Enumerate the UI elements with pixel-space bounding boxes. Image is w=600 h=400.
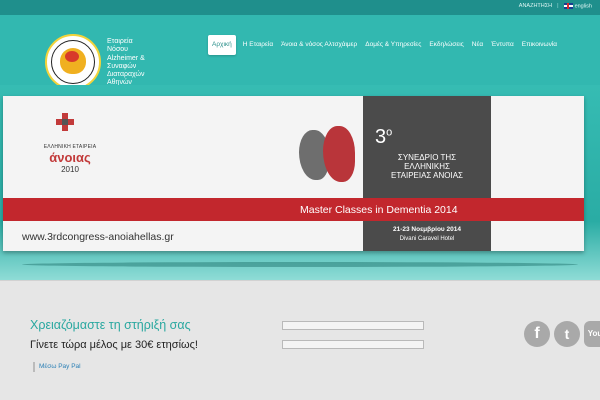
support-subtitle: Γίνετε τώρα μέλος με 30€ ετησίως! bbox=[30, 339, 198, 351]
nav-publications[interactable]: Έντυπα bbox=[487, 35, 518, 55]
society-name: άνοιας bbox=[49, 150, 91, 165]
twitter-icon[interactable]: t bbox=[554, 321, 580, 347]
separator: | bbox=[557, 3, 559, 10]
brain-icon bbox=[65, 51, 79, 62]
site-header: Εταιρεία Νόσου Alzheimer & Συναφών Διατα… bbox=[0, 15, 600, 90]
congress-url: www.3rdcongress-anoiahellas.gr bbox=[22, 231, 174, 243]
congress-title-line: ΕΤΑΙΡΕΙΑΣ ΑΝΟΙΑΣ bbox=[391, 171, 463, 180]
nav-contact[interactable]: Επικοινωνία bbox=[518, 35, 561, 55]
language-label: english bbox=[574, 3, 592, 10]
congress-number-suffix: ο bbox=[386, 126, 393, 139]
org-name[interactable]: Εταιρεία Νόσου Alzheimer & Συναφών Διατα… bbox=[107, 38, 167, 88]
name-input[interactable] bbox=[282, 321, 424, 330]
puzzle-faces-icon bbox=[297, 124, 359, 196]
search-link[interactable]: ΑΝΑΖΗΤΗΣΗ bbox=[519, 3, 552, 9]
society-year: 2010 bbox=[61, 165, 79, 174]
headline-strip bbox=[3, 198, 584, 221]
congress-title: ΣΥΝΕΔΡΙΟ ΤΗΣ ΕΛΛΗΝΙΚΗΣ ΕΤΑΙΡΕΙΑΣ ΑΝΟΙΑΣ bbox=[363, 153, 491, 180]
uk-flag-icon bbox=[563, 3, 573, 9]
banner-headline: Master Classes in Dementia 2014 bbox=[300, 204, 458, 216]
congress-dates: 21-23 Νοεμβρίου 2014 bbox=[393, 226, 461, 233]
congress-venue: Divani Caravel Hotel bbox=[399, 236, 455, 242]
org-name-line: Συναφών bbox=[107, 62, 137, 70]
congress-title-line: ΣΥΝΕΔΡΙΟ ΤΗΣ bbox=[397, 153, 457, 162]
facebook-icon[interactable]: f bbox=[524, 321, 550, 347]
youtube-icon[interactable]: You bbox=[584, 321, 600, 347]
nav-dementia[interactable]: Άνοια & νόσος Αλτσχάιμερ bbox=[277, 35, 361, 55]
main-nav: Αρχική Η Εταιρεία Άνοια & νόσος Αλτσχάιμ… bbox=[208, 35, 561, 55]
top-links: ΑΝΑΖΗΤΗΣΗ | english bbox=[519, 3, 592, 9]
top-bar: ΑΝΑΖΗΤΗΣΗ | english bbox=[0, 0, 600, 15]
logo[interactable] bbox=[45, 34, 101, 90]
congress-title-line: ΕΛΛΗΝΙΚΗΣ bbox=[404, 162, 450, 171]
banner-shadow bbox=[22, 262, 578, 267]
nav-society[interactable]: Η Εταιρεία bbox=[239, 35, 277, 55]
nav-services[interactable]: Δομές & Υπηρεσίες bbox=[361, 35, 425, 55]
language-switch[interactable]: english bbox=[563, 3, 592, 10]
org-name-line: Νόσου bbox=[107, 46, 128, 54]
org-name-line: Alzheimer & bbox=[107, 54, 145, 62]
nav-news[interactable]: Νέα bbox=[468, 35, 487, 55]
congress-number-digit: 3 bbox=[375, 126, 387, 148]
congress-number: 3ο bbox=[375, 126, 392, 149]
paypal-link[interactable]: Μέσω Pay Pal bbox=[33, 362, 81, 372]
nav-home[interactable]: Αρχική bbox=[208, 35, 236, 55]
support-title: Χρειαζόμαστε τη στήριξή σας bbox=[30, 318, 191, 332]
email-input[interactable] bbox=[282, 340, 424, 349]
puzzle-logo-icon bbox=[56, 113, 74, 131]
nav-events[interactable]: Εκδηλώσεις bbox=[425, 35, 467, 55]
